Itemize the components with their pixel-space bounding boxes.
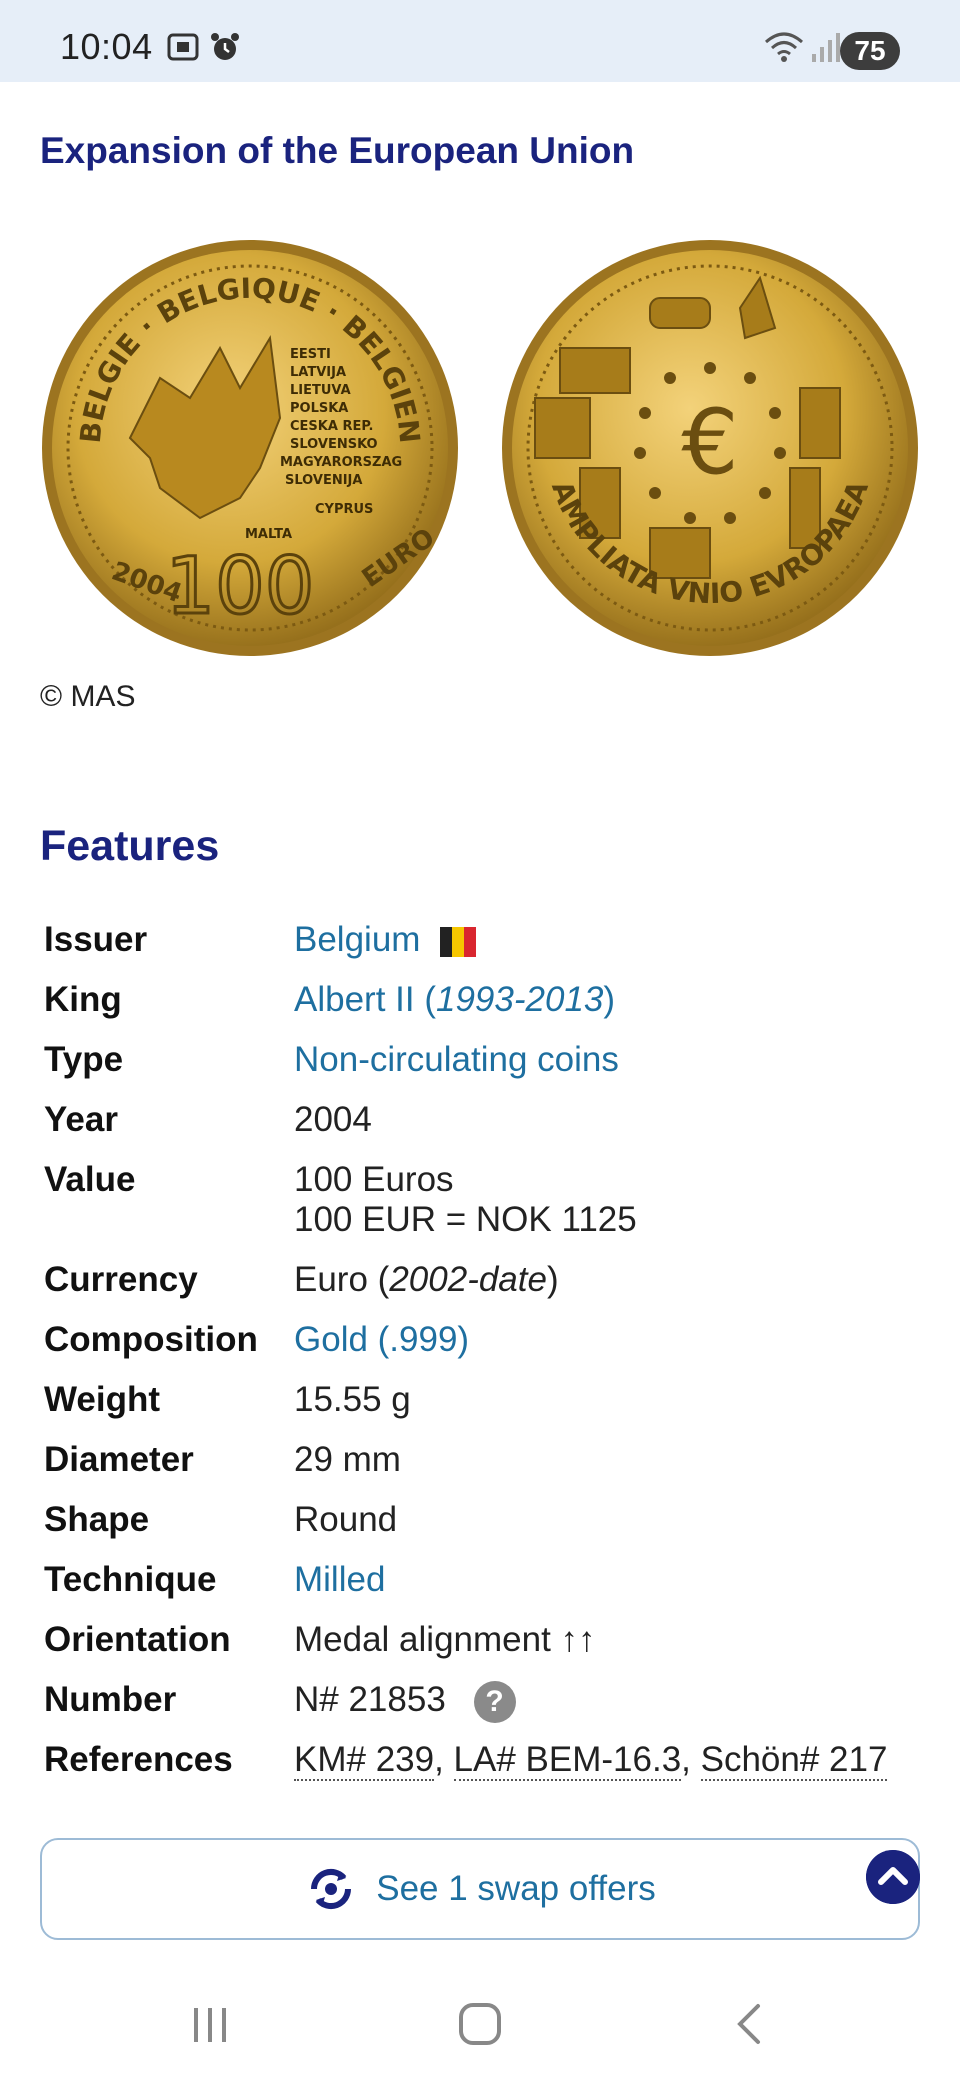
- screenshot-icon: [167, 33, 199, 61]
- belgium-flag-icon: [440, 926, 477, 957]
- diameter-value: 29 mm: [294, 1440, 401, 1479]
- feature-row-technique: Technique Milled: [44, 1550, 924, 1610]
- swap-icon: [311, 1868, 352, 1910]
- country-text: POLSKA: [290, 401, 348, 416]
- references-value: KM# 239, LA# BEM-16.3, Schön# 217: [294, 1730, 888, 1790]
- king-link[interactable]: Albert II (1993-2013): [294, 970, 615, 1030]
- country-text: MAGYARORSZAG: [280, 455, 402, 470]
- feature-row-orientation: Orientation Medal alignment ↑↑: [44, 1610, 924, 1670]
- feature-label: Shape: [44, 1500, 150, 1539]
- feature-row-value: Value 100 Euros 100 EUR = NOK 1125: [44, 1150, 924, 1250]
- feature-row-composition: Composition Gold (.999): [44, 1310, 924, 1370]
- technique-link[interactable]: Milled: [294, 1550, 385, 1610]
- country-text: MALTA: [245, 527, 292, 542]
- recent-apps-icon[interactable]: [186, 2000, 234, 2048]
- reference-la[interactable]: LA# BEM-16.3: [453, 1740, 682, 1781]
- composition-link[interactable]: Gold (.999): [294, 1310, 469, 1370]
- home-icon[interactable]: [456, 2000, 504, 2048]
- currency-name: Euro: [294, 1260, 368, 1299]
- feature-row-type: Type Non-circulating coins: [44, 1030, 924, 1090]
- feature-row-currency: Currency Euro (2002-date): [44, 1250, 924, 1310]
- obverse-value: 100: [166, 542, 315, 632]
- page-title: Expansion of the European Union: [40, 130, 635, 171]
- country-text: LIETUVA: [290, 383, 351, 398]
- issuer-value[interactable]: Belgium: [294, 910, 477, 970]
- orientation-value: Medal alignment ↑↑: [294, 1620, 596, 1659]
- system-nav-bar: [0, 1970, 960, 2080]
- euro-symbol: €: [681, 390, 738, 495]
- image-credit: © MAS: [40, 680, 136, 713]
- value-exchange-line: 100 EUR = NOK 1125: [294, 1200, 637, 1239]
- country-text: SLOVENSKO: [290, 437, 378, 452]
- coin-obverse-image[interactable]: BELGIE · BELGIQUE · BELGIEN EESTI LATVIJ…: [40, 238, 460, 658]
- features-heading: Features: [40, 822, 220, 870]
- king-years: 1993-2013: [436, 980, 604, 1019]
- king-name: Albert II: [294, 980, 415, 1019]
- feature-row-references: References KM# 239, LA# BEM-16.3, Schön#…: [44, 1730, 924, 1790]
- year-value: 2004: [294, 1100, 372, 1139]
- number-value: N# 21853 ?: [294, 1670, 516, 1730]
- issuer-link[interactable]: Belgium: [294, 920, 420, 959]
- feature-label: Number: [44, 1680, 177, 1719]
- feature-row-number: Number N# 21853 ?: [44, 1670, 924, 1730]
- scroll-to-top-button[interactable]: [866, 1850, 920, 1904]
- currency-years: 2002-date: [389, 1260, 547, 1299]
- feature-label: Orientation: [44, 1620, 231, 1659]
- feature-row-diameter: Diameter 29 mm: [44, 1430, 924, 1490]
- reference-schon[interactable]: Schön# 217: [700, 1740, 888, 1781]
- country-text: CYPRUS: [315, 502, 373, 517]
- feature-label: Currency: [44, 1260, 198, 1299]
- value-value: 100 Euros 100 EUR = NOK 1125: [294, 1150, 637, 1240]
- features-table: Issuer Belgium King Albert II (1993-2013…: [44, 910, 924, 1790]
- feature-row-issuer: Issuer Belgium: [44, 910, 924, 970]
- alarm-icon: [211, 33, 239, 60]
- feature-row-shape: Shape Round: [44, 1490, 924, 1550]
- number-text: N# 21853: [294, 1680, 446, 1719]
- reference-separator: ,: [434, 1740, 454, 1779]
- feature-label: Weight: [44, 1380, 161, 1419]
- type-link[interactable]: Non-circulating coins: [294, 1030, 619, 1090]
- swap-offers-button[interactable]: See 1 swap offers: [40, 1838, 920, 1940]
- coin-reverse-image[interactable]: € AMPLIATA VNIO EVROPAEA: [500, 238, 920, 658]
- status-time: 10:04: [60, 26, 153, 67]
- feature-label: References: [44, 1740, 233, 1779]
- king-close-paren: ): [603, 980, 616, 1019]
- country-text: SLOVENIJA: [285, 473, 362, 488]
- country-text: LATVIJA: [290, 365, 346, 380]
- weight-value: 15.55 g: [294, 1380, 411, 1419]
- signal-icon: [812, 33, 840, 62]
- feature-label: King: [44, 980, 122, 1019]
- feature-label: Diameter: [44, 1440, 194, 1479]
- country-text: CESKA REP.: [290, 419, 373, 434]
- feature-row-weight: Weight 15.55 g: [44, 1370, 924, 1430]
- feature-label: Technique: [44, 1560, 217, 1599]
- shape-value: Round: [294, 1500, 398, 1539]
- currency-open-paren: (: [377, 1260, 390, 1299]
- reference-km[interactable]: KM# 239: [294, 1740, 435, 1781]
- currency-value: Euro (2002-date): [294, 1250, 559, 1310]
- feature-label: Composition: [44, 1320, 258, 1359]
- back-icon[interactable]: [726, 2000, 774, 2048]
- feature-label: Type: [44, 1040, 124, 1079]
- value-line: 100 Euros: [294, 1160, 454, 1199]
- feature-row-king: King Albert II (1993-2013): [44, 970, 924, 1030]
- country-text: EESTI: [290, 347, 331, 362]
- help-icon[interactable]: ?: [473, 1680, 516, 1723]
- feature-label: Issuer: [44, 920, 148, 959]
- king-open-paren: (: [424, 980, 436, 1019]
- feature-label: Year: [44, 1100, 118, 1139]
- reference-separator: ,: [681, 1740, 701, 1779]
- swap-offers-label: See 1 swap offers: [376, 1869, 656, 1908]
- currency-close-paren: ): [546, 1260, 559, 1299]
- wifi-icon: [765, 32, 803, 62]
- status-bar: 10:04 75: [0, 0, 960, 82]
- battery-badge: 75: [840, 32, 900, 70]
- feature-row-year: Year 2004: [44, 1090, 924, 1150]
- feature-label: Value: [44, 1160, 136, 1199]
